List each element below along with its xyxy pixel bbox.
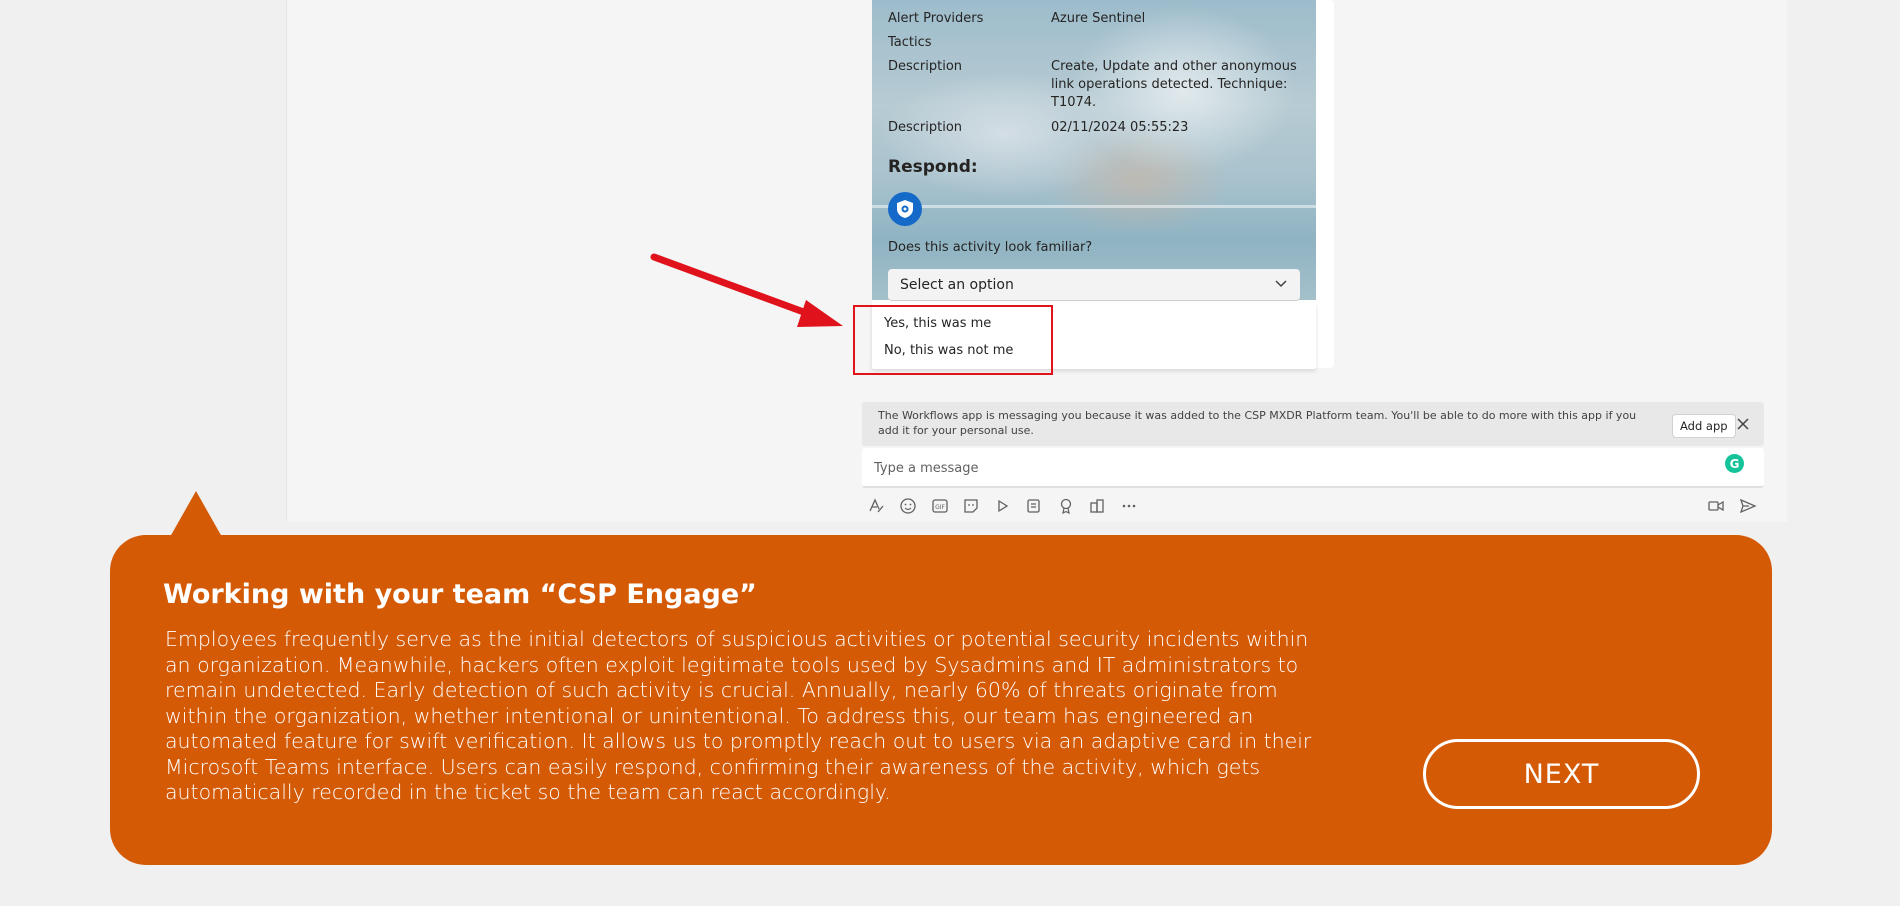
next-button[interactable]: NEXT <box>1423 739 1700 809</box>
sticker-icon[interactable] <box>961 497 981 515</box>
callout-title: Working with your team “CSP Engage” <box>163 579 757 610</box>
callout-pointer <box>170 491 222 537</box>
fact-value: Azure Sentinel <box>1051 11 1146 26</box>
respond-heading: Respond: <box>888 157 978 177</box>
add-app-button[interactable]: Add app <box>1672 414 1736 438</box>
gif-icon[interactable]: GIF <box>930 497 950 515</box>
apps-icon[interactable] <box>1087 497 1107 515</box>
option-select[interactable]: Select an option <box>888 269 1300 301</box>
card-background-image <box>872 0 1316 300</box>
select-placeholder: Select an option <box>900 276 1014 293</box>
loop-component-icon[interactable] <box>1024 497 1044 515</box>
fact-key: Alert Providers <box>888 11 984 26</box>
svg-text:GIF: GIF <box>935 504 945 511</box>
arrow-icon <box>650 253 843 327</box>
more-options-icon[interactable] <box>1119 497 1139 515</box>
activity-question: Does this activity look familiar? <box>888 240 1093 255</box>
grammarly-icon[interactable]: G <box>1725 454 1744 473</box>
app-notice-text: The Workflows app is messaging you becau… <box>878 409 1637 437</box>
format-icon[interactable] <box>866 497 886 515</box>
callout-body: Employees frequently serve as the initia… <box>165 627 1312 804</box>
praise-icon[interactable] <box>1056 497 1076 515</box>
message-input[interactable] <box>874 458 1674 478</box>
fact-value: Create, Update and other anonymous link … <box>1051 59 1297 110</box>
schedule-send-icon[interactable] <box>1706 497 1726 515</box>
chevron-down-icon <box>1274 275 1288 294</box>
meet-now-icon[interactable] <box>993 497 1013 515</box>
emoji-icon[interactable] <box>898 497 918 515</box>
fact-value: 02/11/2024 05:55:23 <box>1051 120 1189 135</box>
close-icon[interactable] <box>1736 416 1750 435</box>
send-icon[interactable] <box>1738 497 1758 515</box>
